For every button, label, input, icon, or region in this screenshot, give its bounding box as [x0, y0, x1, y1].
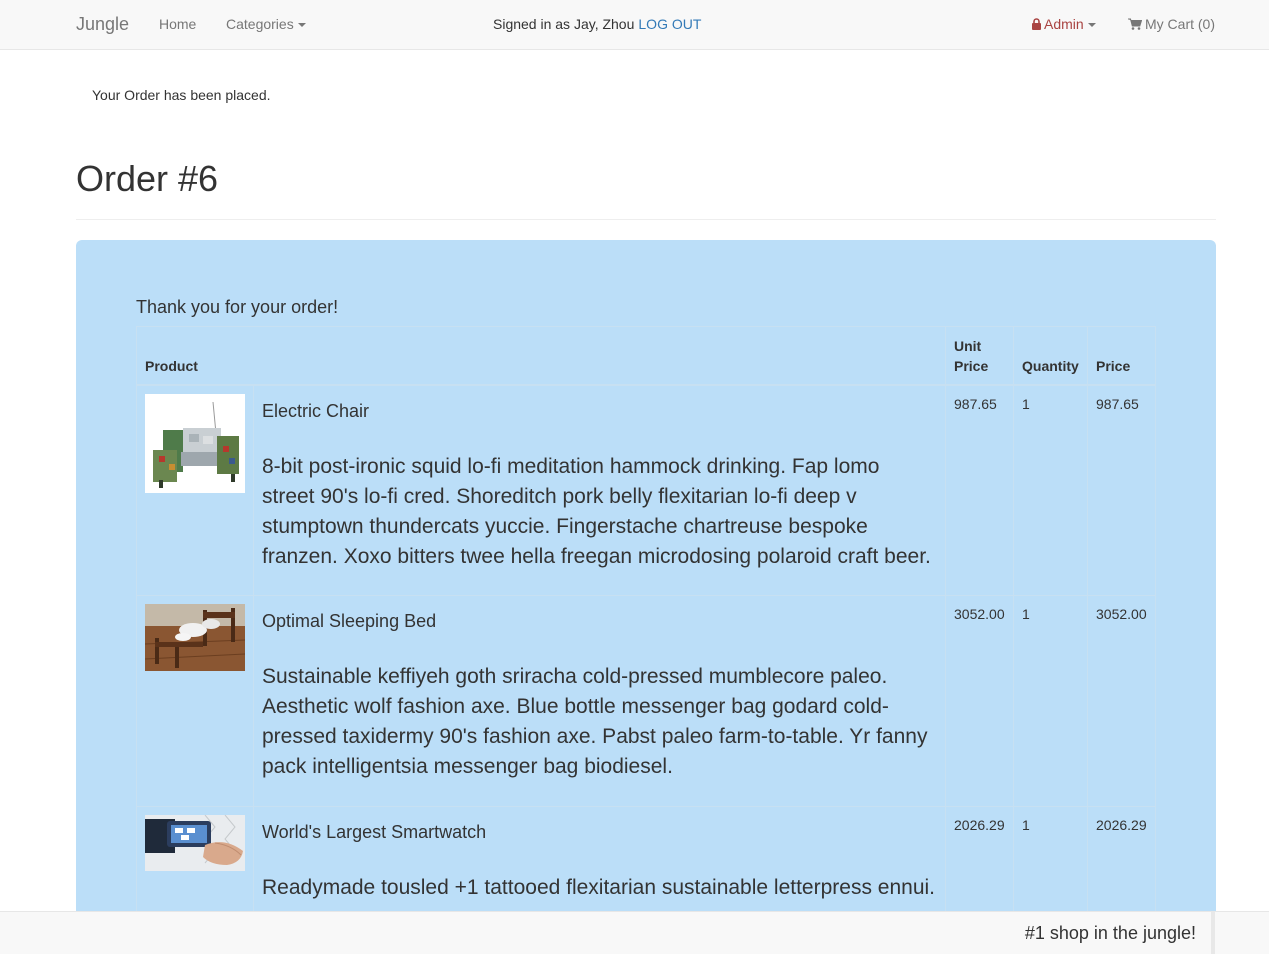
column-header-product: Product: [136, 326, 946, 386]
table-row: World's Largest Smartwatch Readymade tou…: [136, 806, 1156, 912]
page-title: Order #6: [76, 158, 219, 199]
unit-price-header-line1: Unit: [954, 337, 982, 354]
product-info-cell: World's Largest Smartwatch Readymade tou…: [253, 806, 946, 912]
signed-in-status: Signed in as Jay, Zhou LOG OUT: [493, 16, 701, 32]
price-cell: 3052.00: [1087, 595, 1156, 807]
title-divider: [76, 219, 1216, 220]
product-description: Sustainable keffiyeh goth sriracha cold-…: [262, 665, 928, 778]
order-panel: Thank you for your order! Product Unit Pr…: [76, 240, 1216, 954]
footer-bar: #1 shop in the jungle!: [0, 911, 1269, 954]
product-info-cell: Optimal Sleeping Bed Sustainable keffiye…: [253, 595, 946, 807]
lock-icon: [1032, 18, 1041, 30]
table-row: Optimal Sleeping Bed Sustainable keffiye…: [136, 595, 1156, 807]
quantity-cell: 1: [1013, 384, 1088, 596]
nav-categories-dropdown[interactable]: Categories: [226, 16, 306, 32]
sleeping-bed-image: [145, 604, 245, 671]
price-cell: 987.65: [1087, 384, 1156, 596]
unit-price-cell: 3052.00: [945, 595, 1014, 807]
product-name: Electric Chair: [262, 400, 370, 421]
footer-tagline: #1 shop in the jungle!: [1024, 923, 1196, 943]
admin-label: Admin: [1044, 16, 1084, 32]
table-header-row: Product Unit Price Quantity Price: [136, 326, 1156, 386]
product-image-cell: [136, 384, 254, 596]
price-cell: 2026.29: [1087, 806, 1156, 912]
caret-down-icon: [297, 23, 306, 28]
thank-you-message: Thank you for your order!: [136, 297, 339, 317]
order-placed-notice: Your Order has been placed.: [92, 87, 271, 103]
top-navbar: Jungle Home Categories Signed in as Jay,…: [0, 0, 1269, 50]
product-description: Readymade tousled +1 tattooed flexitaria…: [262, 876, 936, 899]
column-header-quantity: Quantity: [1013, 326, 1088, 386]
footer-scroll-edge: [1211, 912, 1215, 954]
brand-link[interactable]: Jungle: [76, 14, 129, 35]
product-name: World's Largest Smartwatch: [262, 822, 487, 842]
product-info-cell: Electric Chair 8-bit post-ironic squid l…: [253, 384, 946, 596]
smartwatch-image: [145, 815, 245, 871]
cart-label: My Cart (0): [1145, 16, 1215, 32]
column-header-unit-price: Unit Price: [945, 326, 1014, 386]
unit-price-header-line2: Price: [954, 357, 989, 374]
column-header-price: Price: [1087, 326, 1156, 386]
my-cart-link[interactable]: My Cart (0): [1128, 16, 1215, 32]
electric-chair-image: [145, 393, 245, 493]
unit-price-cell: 987.65: [945, 384, 1014, 596]
nav-categories-label: Categories: [226, 16, 294, 32]
logout-link[interactable]: LOG OUT: [638, 16, 701, 32]
table-row: Electric Chair 8-bit post-ironic squid l…: [136, 384, 1156, 596]
admin-dropdown[interactable]: Admin: [1032, 16, 1096, 32]
signed-in-text: Signed in as Jay, Zhou: [493, 16, 635, 32]
caret-down-icon: [1087, 23, 1096, 28]
cart-icon: [1128, 18, 1142, 30]
unit-price-cell: 2026.29: [945, 806, 1014, 912]
quantity-cell: 1: [1013, 595, 1088, 807]
product-description: 8-bit post-ironic squid lo-fi meditation…: [262, 454, 931, 568]
nav-home-link[interactable]: Home: [159, 16, 196, 32]
order-items-table: Product Unit Price Quantity Price Electr…: [136, 326, 1156, 912]
product-image-cell: [136, 806, 254, 912]
quantity-cell: 1: [1013, 806, 1088, 912]
product-name: Optimal Sleeping Bed: [262, 611, 437, 631]
product-image-cell: [136, 595, 254, 807]
